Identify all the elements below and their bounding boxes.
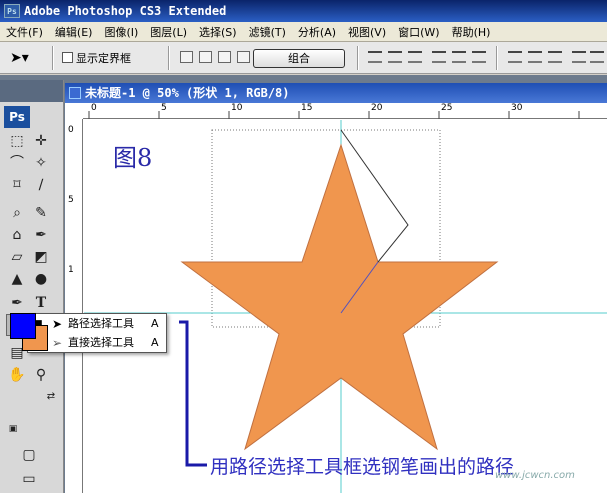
flyout-item-label: 路径选择工具: [68, 317, 134, 330]
star-shape[interactable]: [180, 143, 499, 451]
watermark: www.jcwcn.com: [495, 470, 575, 481]
flyout-item-label: 直接选择工具: [68, 336, 134, 349]
figure-label: 图8: [113, 144, 153, 172]
flyout-item-direct-selection[interactable]: ➢ 直接选择工具 A: [28, 334, 168, 352]
direct-selection-arrow-icon: ➢: [52, 336, 63, 350]
path-selection-arrow-icon: ➤: [52, 317, 63, 331]
tool-flyout-menu: ■ ➤ 路径选择工具 A ➢ 直接选择工具 A: [27, 313, 167, 353]
flyout-item-path-selection[interactable]: ■ ➤ 路径选择工具 A: [28, 315, 168, 333]
annotation-text: 用路径选择工具框选钢笔画出的路径: [210, 456, 515, 478]
foreground-color-swatch[interactable]: [10, 313, 36, 339]
canvas-artwork: [84, 120, 607, 493]
flyout-item-shortcut: A: [151, 317, 159, 330]
annotation-connector: [179, 320, 207, 467]
flyout-item-shortcut: A: [151, 336, 159, 349]
